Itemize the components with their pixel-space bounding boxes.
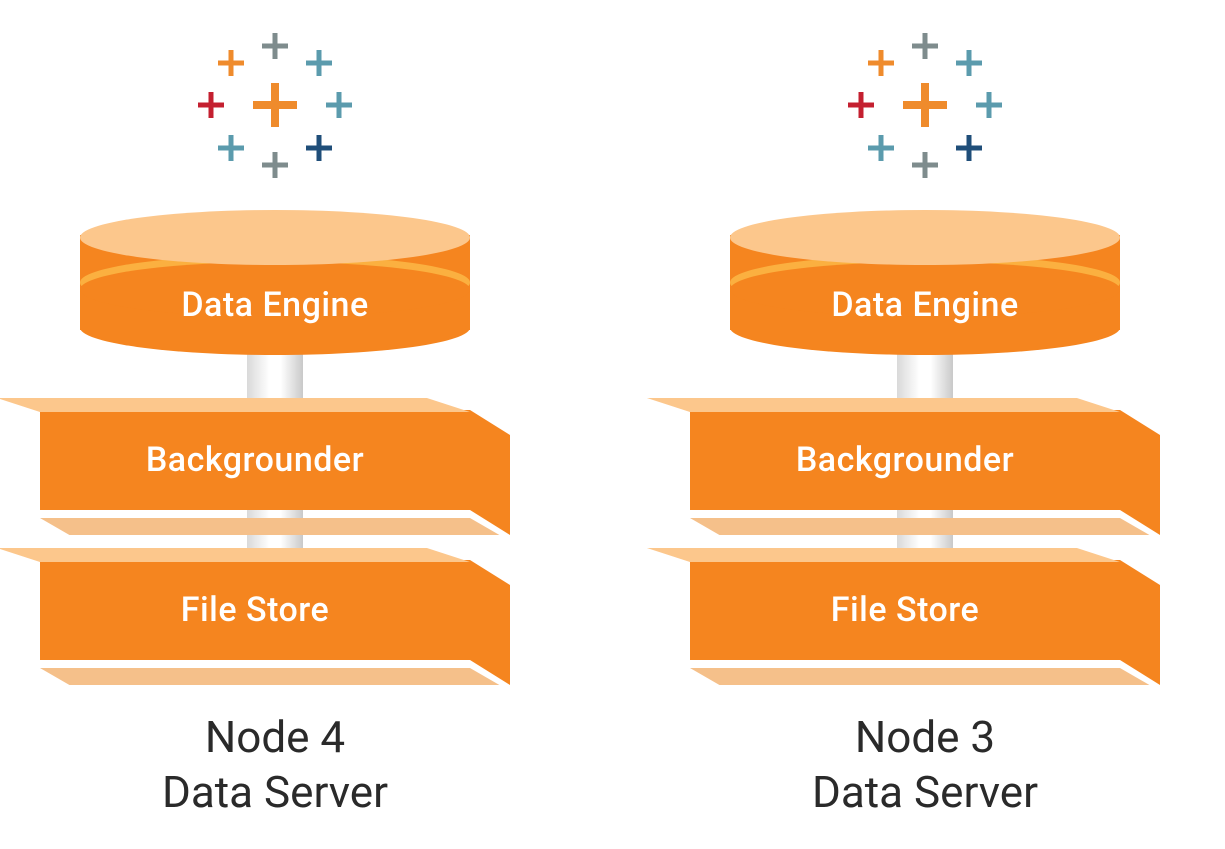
file-store-slab: File Store: [690, 560, 1160, 680]
backgrounder-slab: Backgrounder: [690, 410, 1160, 530]
node4-subtitle: Data Server: [162, 766, 388, 818]
data-engine-disk: Data Engine: [80, 210, 470, 360]
node3-title: Node 3: [855, 711, 995, 763]
node3-caption: Node 3 Data Server: [690, 710, 1160, 820]
tableau-logo-icon: [175, 20, 375, 190]
node4-stack: Data Engine Backgrounder File Store Node…: [40, 200, 510, 700]
node3: Data Engine Backgrounder File Store Node…: [690, 20, 1160, 700]
backgrounder-slab: Backgrounder: [40, 410, 510, 530]
data-engine-label: Data Engine: [730, 285, 1120, 325]
node4-caption: Node 4 Data Server: [40, 710, 510, 820]
file-store-slab: File Store: [40, 560, 510, 680]
tableau-logo-icon: [825, 20, 1025, 190]
backgrounder-label: Backgrounder: [690, 410, 1120, 510]
node4-title: Node 4: [205, 711, 345, 763]
node3-stack: Data Engine Backgrounder File Store Node…: [690, 200, 1160, 700]
file-store-label: File Store: [690, 560, 1120, 660]
node4: Data Engine Backgrounder File Store Node…: [40, 20, 510, 700]
data-engine-label: Data Engine: [80, 285, 470, 325]
node3-subtitle: Data Server: [812, 766, 1038, 818]
file-store-label: File Store: [40, 560, 470, 660]
diagram-canvas: Data Engine Backgrounder File Store Node…: [0, 0, 1225, 849]
data-engine-disk: Data Engine: [730, 210, 1120, 360]
backgrounder-label: Backgrounder: [40, 410, 470, 510]
